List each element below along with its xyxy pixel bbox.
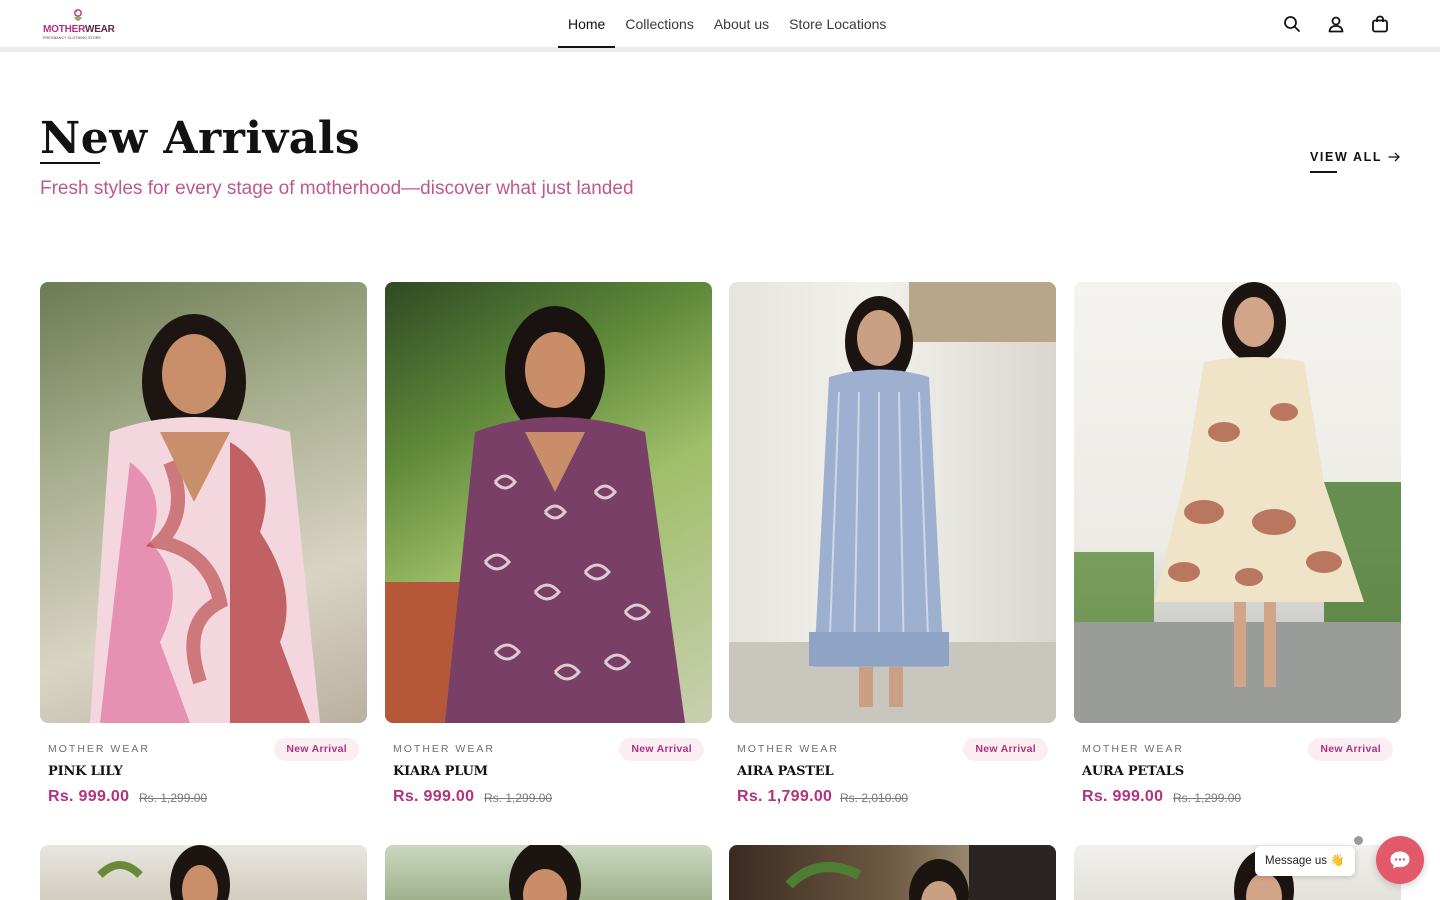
chat-icon [1390,851,1410,869]
logo-mark-icon [74,9,82,21]
product-price: Rs. 1,799.00 [737,788,833,805]
product-image[interactable] [40,282,367,723]
product-image[interactable] [385,845,712,900]
site-header: MOTHERWEAR PREGNANCY CLOTHING STORE Home… [0,0,1440,52]
product-card[interactable]: MOTHER WEAR New Arrival AIRA PASTEL Rs. … [729,282,1056,822]
chat-button[interactable] [1376,836,1424,884]
new-arrival-badge: New Arrival [619,738,704,761]
product-name[interactable]: PINK LILY [48,764,123,779]
product-vendor: MOTHER WEAR [1082,743,1184,755]
nav-about-us[interactable]: About us [704,0,779,48]
product-vendor: MOTHER WEAR [737,743,839,755]
product-image[interactable] [385,282,712,723]
logo-text: MOTHERWEAR [43,24,115,35]
section-title: New Arrivals [40,113,361,164]
product-image[interactable] [40,845,367,900]
compare-price: Rs. 1,299.00 [1173,791,1242,805]
product-card[interactable]: MOTHER WEAR New Arrival KIARA PLUM Rs. 9… [385,282,712,822]
product-image[interactable] [729,282,1056,723]
arrow-right-icon [1388,152,1400,162]
product-card[interactable]: MOTHER WEAR New Arrival PINK LILY Rs. 99… [40,282,367,822]
product-name[interactable]: AIRA PASTEL [737,764,834,779]
new-arrival-badge: New Arrival [1308,738,1393,761]
product-vendor: MOTHER WEAR [393,743,495,755]
product-image[interactable] [1074,282,1401,723]
product-price: Rs. 999.00 [393,788,475,805]
product-image[interactable] [729,845,1056,900]
brand-logo[interactable]: MOTHERWEAR PREGNANCY CLOTHING STORE [40,8,118,44]
compare-price: Rs. 1,299.00 [139,791,208,805]
view-all-link[interactable]: VIEW ALL [1310,150,1400,164]
section-subtitle: Fresh styles for every stage of motherho… [40,178,634,199]
search-icon[interactable] [1282,14,1302,34]
new-arrival-badge: New Arrival [963,738,1048,761]
product-price: Rs. 999.00 [48,788,130,805]
product-card[interactable]: MOTHER WEAR New Arrival AURA PETALS Rs. … [1074,282,1401,822]
logo-tagline: PREGNANCY CLOTHING STORE [43,36,101,40]
product-vendor: MOTHER WEAR [48,743,150,755]
main-nav: Home Collections About us Store Location… [558,0,896,48]
header-actions [1282,14,1390,34]
product-price: Rs. 999.00 [1082,788,1164,805]
product-name[interactable]: AURA PETALS [1082,764,1184,779]
compare-price: Rs. 2,010.00 [840,791,909,805]
compare-price: Rs. 1,299.00 [484,791,553,805]
product-name[interactable]: KIARA PLUM [393,764,488,779]
view-all-label: VIEW ALL [1310,150,1383,164]
chat-close-icon[interactable] [1354,836,1363,845]
nav-store-locations[interactable]: Store Locations [779,0,896,48]
account-icon[interactable] [1326,14,1346,34]
cart-icon[interactable] [1370,14,1390,34]
nav-collections[interactable]: Collections [615,0,703,48]
chat-prompt[interactable]: Message us 👋 [1255,846,1355,876]
view-all-underline [1310,171,1337,173]
nav-home[interactable]: Home [558,0,616,48]
title-underline [40,162,100,164]
new-arrival-badge: New Arrival [274,738,359,761]
